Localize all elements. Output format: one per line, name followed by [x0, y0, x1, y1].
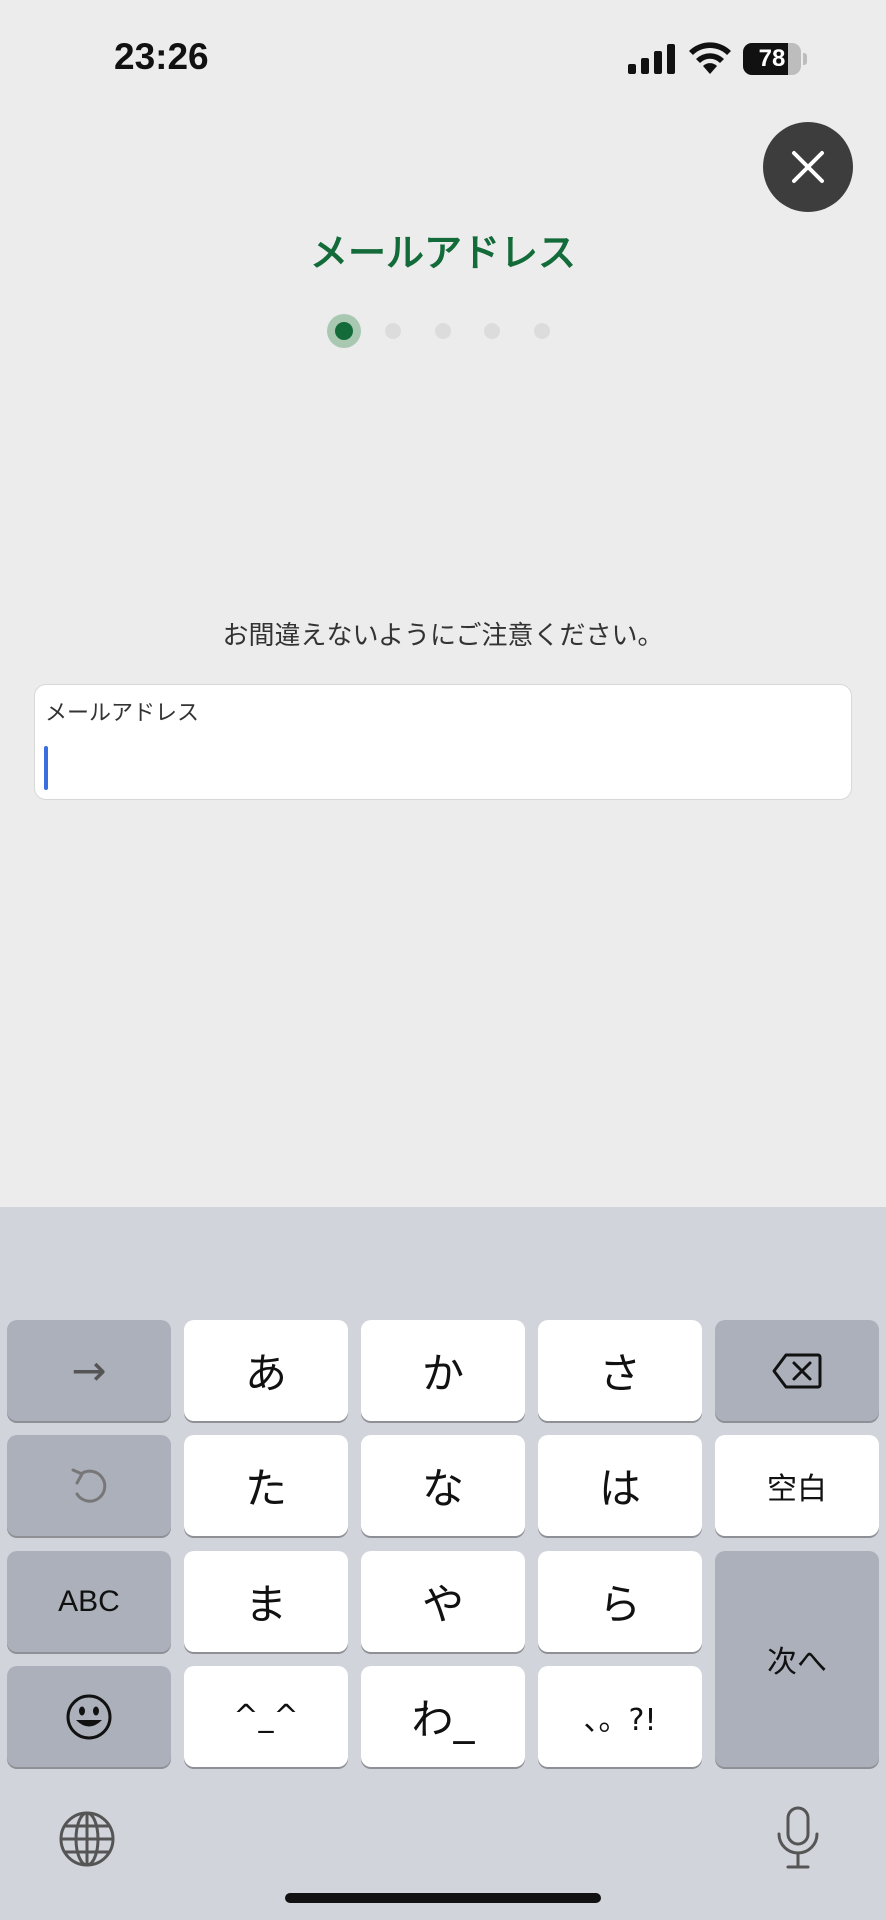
step-dot: [385, 323, 401, 339]
key-delete[interactable]: [715, 1320, 879, 1421]
battery-indicator: 78: [743, 43, 807, 75]
step-dot: [484, 323, 500, 339]
key-arrow-right[interactable]: →: [7, 1320, 171, 1421]
key-ka[interactable]: か: [361, 1320, 525, 1421]
step-dot: [435, 323, 451, 339]
key-ta[interactable]: た: [184, 1435, 348, 1536]
home-indicator: [285, 1893, 601, 1903]
close-button[interactable]: [763, 122, 853, 212]
close-icon: [792, 151, 824, 183]
key-wa[interactable]: わ_: [361, 1666, 525, 1767]
key-punctuation[interactable]: 、。?!: [538, 1666, 702, 1767]
key-a[interactable]: あ: [184, 1320, 348, 1421]
globe-icon[interactable]: [58, 1810, 116, 1868]
emoji-icon: [66, 1694, 112, 1739]
step-dot: [534, 323, 550, 339]
key-next[interactable]: 次へ: [715, 1551, 879, 1767]
wifi-icon: [689, 42, 731, 74]
key-ma[interactable]: ま: [184, 1551, 348, 1652]
key-space[interactable]: 空白: [715, 1435, 879, 1536]
status-bar: 23:26 78: [0, 0, 886, 120]
key-sa[interactable]: さ: [538, 1320, 702, 1421]
key-ra[interactable]: ら: [538, 1551, 702, 1652]
backspace-icon: [772, 1353, 822, 1388]
battery-level-text: 78: [758, 45, 786, 72]
key-abc[interactable]: ABC: [7, 1551, 171, 1652]
key-kaomoji[interactable]: ^_^: [184, 1666, 348, 1767]
microphone-icon[interactable]: [776, 1806, 820, 1870]
instruction-text: お間違えないようにご注意ください。: [222, 621, 664, 651]
key-emoji[interactable]: [7, 1666, 171, 1767]
step-dot-active: [327, 314, 361, 348]
key-ya[interactable]: や: [361, 1551, 525, 1652]
page-title: メールアドレス: [309, 231, 576, 275]
key-na[interactable]: な: [361, 1435, 525, 1536]
status-time: 23:26: [114, 36, 209, 77]
undo-icon: [71, 1468, 107, 1503]
text-caret: [44, 746, 48, 790]
email-field-container[interactable]: メールアドレス: [34, 684, 852, 800]
key-ha[interactable]: は: [538, 1435, 702, 1536]
email-field-label: メールアドレス: [45, 701, 200, 726]
cellular-signal-icon: [628, 44, 675, 74]
key-undo[interactable]: [7, 1435, 171, 1536]
email-field[interactable]: [43, 743, 833, 791]
